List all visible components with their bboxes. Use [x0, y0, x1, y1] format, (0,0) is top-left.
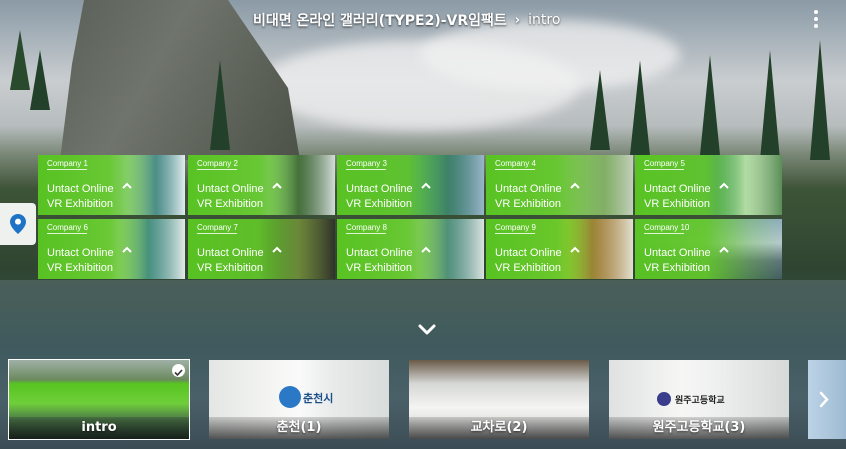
hotspot-company-6[interactable]: Company 6 Untact Online VR Exhibition — [38, 219, 185, 279]
breadcrumb-separator: › — [514, 12, 521, 28]
tree — [590, 70, 610, 150]
chevron-up-icon — [122, 182, 132, 189]
hotspot-line2: VR Exhibition — [47, 262, 114, 274]
check-circle-icon — [172, 364, 185, 377]
tree — [700, 55, 720, 155]
chevron-up-icon — [570, 182, 580, 189]
company-label: Company 8 — [346, 223, 387, 234]
scene-thumb-wonju-high-school[interactable]: 원주고등학교 원주고등학교(3) — [609, 360, 789, 439]
tree — [760, 50, 780, 160]
hotspot-line1: Untact Online — [197, 183, 264, 195]
company-label: Company 4 — [495, 159, 536, 170]
school-emblem-icon — [657, 392, 671, 406]
company-label: Company 7 — [197, 223, 238, 234]
chevron-up-icon — [719, 182, 729, 189]
scene-thumb-label: intro — [9, 417, 189, 439]
hotspot-line1: Untact Online — [495, 183, 562, 195]
hotspot-company-10[interactable]: Company 10 Untact Online VR Exhibition — [635, 219, 782, 279]
company-label: Company 5 — [644, 159, 685, 170]
hotspot-line1: Untact Online — [346, 183, 413, 195]
scene-thumb-intro[interactable]: intro — [8, 359, 190, 440]
tree — [810, 40, 830, 160]
hotspot-line2: VR Exhibition — [47, 198, 114, 210]
hotspot-line1: Untact Online — [495, 247, 562, 259]
hotspot-company-8[interactable]: Company 8 Untact Online VR Exhibition — [337, 219, 484, 279]
hotspot-line1: Untact Online — [644, 247, 711, 259]
hotspot-line2: VR Exhibition — [495, 198, 562, 210]
tree — [210, 60, 230, 150]
gallery-title[interactable]: 비대면 온라인 갤러리(TYPE2)-VR임팩트 — [253, 10, 507, 30]
hotspot-line2: VR Exhibition — [644, 262, 711, 274]
hotspot-company-7[interactable]: Company 7 Untact Online VR Exhibition — [188, 219, 335, 279]
scene-thumb-label: 교차로(2) — [409, 417, 589, 439]
hotspot-company-4[interactable]: Company 4 Untact Online VR Exhibition — [486, 155, 633, 215]
hotspot-company-5[interactable]: Company 5 Untact Online VR Exhibition — [635, 155, 782, 215]
current-scene-name: intro — [528, 12, 561, 28]
hotspot-line1: Untact Online — [47, 183, 114, 195]
wonju-logo-text: 원주고등학교 — [675, 396, 725, 406]
chuncheon-logo-text: 춘천시 — [303, 392, 334, 405]
tree — [630, 60, 650, 155]
company-hotspot-grid: Company 1 Untact Online VR Exhibition Co… — [38, 155, 782, 279]
chevron-up-icon — [719, 246, 729, 253]
company-label: Company 1 — [47, 159, 88, 170]
chevron-right-icon[interactable] — [808, 360, 846, 439]
hotspot-company-3[interactable]: Company 3 Untact Online VR Exhibition — [337, 155, 484, 215]
company-label: Company 3 — [346, 159, 387, 170]
company-label: Company 2 — [197, 159, 238, 170]
hotspot-line1: Untact Online — [197, 247, 264, 259]
hotspot-company-1[interactable]: Company 1 Untact Online VR Exhibition — [38, 155, 185, 215]
chevron-up-icon — [122, 246, 132, 253]
hotspot-company-9[interactable]: Company 9 Untact Online VR Exhibition — [486, 219, 633, 279]
breadcrumb: 비대면 온라인 갤러리(TYPE2)-VR임팩트 › intro — [253, 10, 560, 30]
hotspot-line2: VR Exhibition — [644, 198, 711, 210]
more-vertical-icon[interactable] — [807, 8, 825, 30]
chevron-up-icon — [272, 182, 282, 189]
hotspot-line2: VR Exhibition — [346, 198, 413, 210]
company-label: Company 9 — [495, 223, 536, 234]
chevron-up-icon — [570, 246, 580, 253]
hotspot-line1: Untact Online — [644, 183, 711, 195]
scene-thumb-intersection[interactable]: 교차로(2) — [409, 360, 589, 439]
top-bar: 비대면 온라인 갤러리(TYPE2)-VR임팩트 › intro — [0, 0, 846, 40]
chevron-up-icon — [272, 246, 282, 253]
tree — [30, 50, 50, 110]
scene-thumb-label: 춘천(1) — [209, 417, 389, 439]
hotspot-line2: VR Exhibition — [197, 198, 264, 210]
hotspot-line1: Untact Online — [346, 247, 413, 259]
scene-thumb-label: 원주고등학교(3) — [609, 417, 789, 439]
hotspot-line2: VR Exhibition — [197, 262, 264, 274]
map-pin-icon[interactable] — [0, 203, 36, 245]
chevron-up-icon — [421, 246, 431, 253]
company-label: Company 10 — [644, 223, 690, 234]
chevron-down-icon[interactable] — [416, 320, 438, 338]
hotspot-line2: VR Exhibition — [495, 262, 562, 274]
hotspot-line1: Untact Online — [47, 247, 114, 259]
hotspot-company-2[interactable]: Company 2 Untact Online VR Exhibition — [188, 155, 335, 215]
chevron-up-icon — [421, 182, 431, 189]
scene-thumbnail-strip: intro 춘천시 춘천(1) 교차로(2) 원주고등학교 원주고등학교(3) — [0, 356, 846, 449]
company-label: Company 6 — [47, 223, 88, 234]
hotspot-line2: VR Exhibition — [346, 262, 413, 274]
scene-thumb-chuncheon[interactable]: 춘천시 춘천(1) — [209, 360, 389, 439]
chuncheon-logo-icon — [279, 386, 301, 408]
